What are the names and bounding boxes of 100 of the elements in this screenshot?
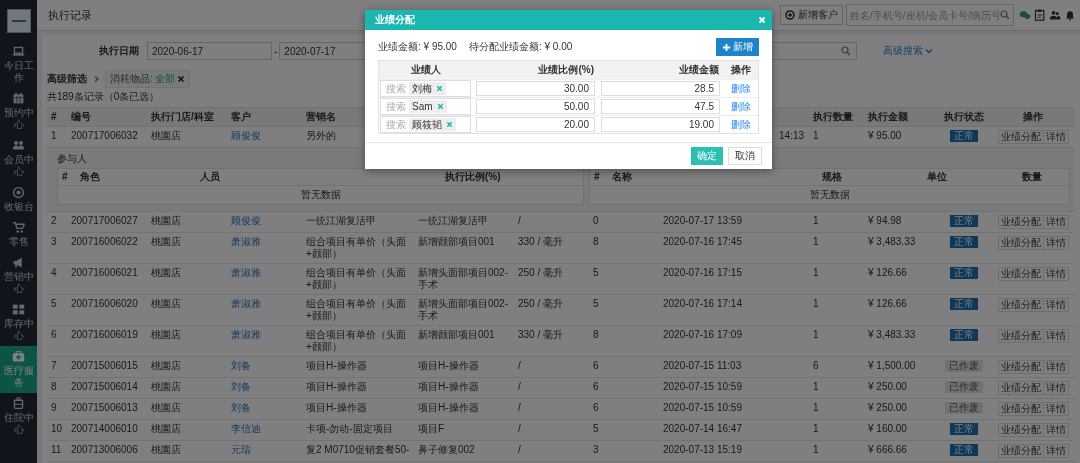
table-cell: 项目F [418, 423, 445, 434]
table-cell: 0 [593, 215, 599, 226]
table-cell: 1 [813, 130, 819, 141]
table-cell: 8 [593, 329, 599, 340]
column-header: 客户 [231, 111, 251, 122]
table-cell: 桃園店 [151, 215, 181, 226]
table-cell: 200716006019 [71, 329, 138, 340]
empty-message: 暂无数据 [809, 189, 850, 200]
column-header: 名称 [612, 171, 633, 183]
table-cell: 桃園店 [151, 423, 181, 434]
table-cell: 5 [593, 298, 599, 309]
table-cell: 6 [813, 360, 819, 371]
table-cell: 组合项目有单价（头面+颧部） [306, 298, 406, 321]
table-cell: 2020-07-16 17:15 [663, 267, 742, 278]
table-cell: ¥ 126.66 [868, 298, 907, 309]
table-cell: 卡项-勿动-固定项目 [306, 423, 393, 434]
column-header: # [62, 171, 69, 183]
column-header: 执行金额 [868, 111, 908, 122]
table-cell: 1 [813, 267, 819, 278]
table-cell: 项目H-操作器 [306, 381, 367, 392]
table-cell: 鼻子修复002 [418, 444, 475, 455]
table-cell: 桃園店 [151, 381, 181, 392]
table-cell: 新增头面部项目002-手术 [418, 267, 508, 290]
table-cell: 一统江湖复活甲 [418, 215, 488, 226]
table-cell: 桃園店 [151, 402, 181, 413]
table-cell: 2020-07-15 10:59 [663, 402, 742, 413]
table-cell: 3 [51, 236, 57, 247]
table-cell: 1 [813, 402, 819, 413]
table-cell: 200714006010 [71, 423, 138, 434]
table-cell: 2020-07-13 15:19 [663, 444, 742, 455]
column-header: 执行比例(%) [445, 171, 502, 183]
status-badge: 正常 [949, 130, 978, 142]
status-badge: 正常 [949, 423, 978, 435]
table-cell: 组合项目有单价（头面+颧部） [306, 329, 406, 352]
column-header: 单位 [927, 171, 948, 183]
person-tag: 刘梅 [409, 82, 446, 95]
table-cell: / [518, 444, 521, 455]
table-cell: 桃園店 [151, 360, 181, 371]
table-cell: ¥ 3,483.33 [868, 329, 916, 340]
table-cell: 200715006013 [71, 402, 138, 413]
table-cell: 2020-07-16 17:45 [663, 236, 742, 247]
table-cell: ¥ 95.00 [868, 130, 902, 141]
table-cell: 另外的 [306, 130, 336, 141]
table-cell: 桃園店 [151, 130, 181, 141]
table-cell: ¥ 250.00 [868, 381, 907, 392]
table-cell: 4 [51, 267, 57, 278]
column-header: 业绩人 [410, 63, 442, 77]
table-cell: 200716006022 [71, 236, 138, 247]
status-badge: 已作废 [944, 381, 983, 393]
status-badge: 正常 [949, 329, 978, 341]
table-cell: 桃園店 [151, 267, 181, 278]
table-cell: 250 / 毫升 [518, 298, 564, 309]
column-header: 编号 [71, 111, 91, 122]
table-cell: 桃園店 [151, 444, 181, 455]
table-cell: 7 [51, 360, 57, 371]
status-badge: 正常 [949, 215, 978, 227]
table-cell: 5 [593, 267, 599, 278]
status-badge: 正常 [949, 236, 978, 248]
table-cell: 200713006006 [71, 444, 138, 455]
table-cell: 250 / 毫升 [518, 267, 564, 278]
record-count: 共189条记录（0条已选） [47, 91, 160, 103]
table-cell: 桃園店 [151, 236, 181, 247]
table-cell: 新增颧部项目001 [418, 236, 495, 247]
table-cell: 复2 M0710促销套餐50- [306, 444, 410, 455]
table-cell: / [518, 215, 521, 226]
table-cell: 8 [51, 381, 57, 392]
table-cell: 2020-07-16 17:14 [663, 298, 742, 309]
table-cell: 一统江湖复活甲 [306, 215, 376, 226]
column-header: 执行状态 [943, 111, 984, 122]
empty-message: 暂无数据 [300, 189, 341, 200]
column-header: 人员 [200, 171, 221, 183]
table-cell: 新增头面部项目002-手术 [418, 298, 508, 321]
table-cell: 2020-07-14 16:47 [663, 423, 742, 434]
date-separator: - [274, 45, 278, 57]
table-cell: 14:13 [779, 130, 805, 141]
table-cell: 1 [813, 298, 819, 309]
table-cell: 200717006032 [71, 130, 138, 141]
column-header: 操作 [729, 63, 752, 77]
table-cell: / [518, 402, 521, 413]
table-cell: 6 [593, 360, 599, 371]
table-cell: 330 / 毫升 [518, 236, 564, 247]
table-cell: 200717006027 [71, 215, 138, 226]
column-header: 营销名 [306, 111, 336, 122]
table-cell: ¥ 1,500.00 [868, 360, 916, 371]
filter-label: 执行日期 [99, 44, 139, 58]
table-cell: 新增颧部项目001 [418, 329, 495, 340]
table-cell: / [518, 360, 521, 371]
table-cell: / [518, 423, 521, 434]
table-cell: 桃園店 [151, 329, 181, 340]
status-badge: 正常 [949, 267, 978, 279]
table-cell: 1 [51, 130, 57, 141]
table-cell: 项目H-操作器 [418, 381, 479, 392]
status-badge: 正常 [949, 444, 978, 456]
table-cell: 1 [813, 444, 819, 455]
column-header: 业绩比例(%) [537, 63, 595, 77]
table-cell: 8 [593, 236, 599, 247]
table-cell: ¥ 666.66 [868, 444, 907, 455]
table-cell: ¥ 3,483.33 [868, 236, 916, 247]
column-header: 数量 [1022, 171, 1043, 183]
table-cell: ¥ 250.00 [868, 402, 907, 413]
